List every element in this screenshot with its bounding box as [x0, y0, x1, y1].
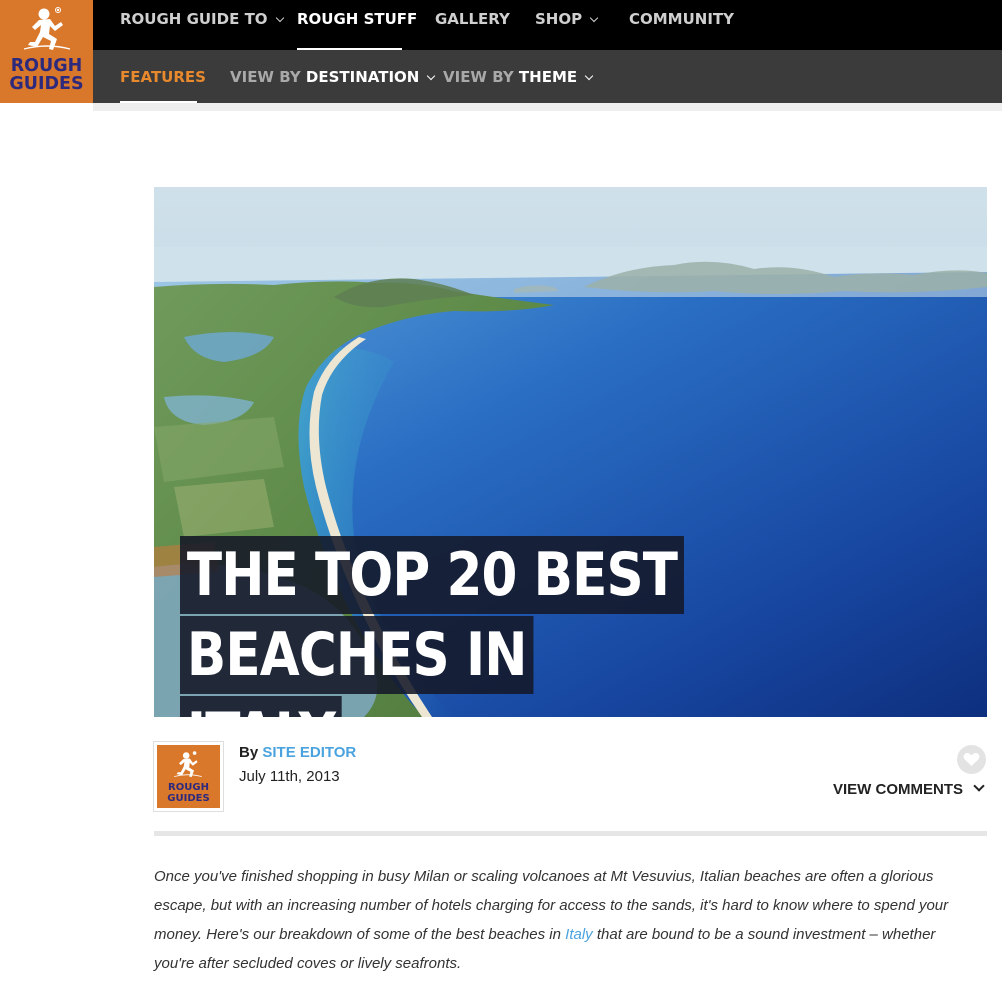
italy-link[interactable]: Italy — [565, 926, 593, 943]
avatar-logo: ROUGH GUIDES — [157, 745, 220, 808]
heart-icon — [963, 752, 980, 766]
section-divider — [154, 831, 987, 836]
view-comments-label: VIEW COMMENTS — [833, 781, 963, 798]
nav-rough-guide-to[interactable]: ROUGH GUIDE TO — [120, 10, 284, 28]
chevron-down-icon — [275, 13, 284, 23]
author-link[interactable]: SITE EDITOR — [262, 744, 356, 761]
byline: By SITE EDITOR — [239, 744, 356, 761]
nav-features-label: FEATURES — [120, 68, 206, 86]
chevron-down-icon — [973, 780, 985, 792]
view-by-prefix: VIEW BY — [230, 68, 301, 86]
nav-community[interactable]: COMMUNITY — [629, 10, 734, 28]
logo-text-line1: ROUGH — [10, 56, 83, 76]
view-by-prefix: VIEW BY — [443, 68, 514, 86]
like-button[interactable] — [957, 745, 986, 774]
article-title-line1: THE TOP 20 BEST BEACHES IN — [180, 536, 685, 694]
runner-logo-icon — [23, 7, 71, 50]
nav-shadow — [93, 103, 1002, 111]
primary-nav: ROUGH GUIDE TO ROUGH STUFF GALLERY SHOP … — [93, 0, 1002, 50]
nav-view-by-theme[interactable]: VIEW BY THEME — [443, 68, 594, 86]
article-title-line2: ITALY — [180, 696, 343, 717]
nav-features[interactable]: FEATURES — [120, 68, 206, 86]
nav-shop[interactable]: SHOP — [535, 10, 599, 28]
logo-text-line2: GUIDES — [9, 74, 84, 94]
nav-gallery[interactable]: GALLERY — [435, 10, 510, 28]
nav-shop-label: SHOP — [535, 10, 583, 28]
theme-label: THEME — [518, 68, 578, 86]
secondary-nav: FEATURES VIEW BY DESTINATION VIEW BY THE… — [93, 50, 1002, 103]
byline-prefix: By — [239, 744, 259, 761]
nav-gallery-label: GALLERY — [435, 10, 510, 28]
nav-rough-guide-to-label: ROUGH GUIDE TO — [120, 10, 268, 28]
runner-logo-icon — [174, 751, 202, 778]
nav-rough-stuff-label: ROUGH STUFF — [297, 10, 418, 28]
chevron-down-icon — [589, 13, 599, 23]
destination-label: DESTINATION — [305, 68, 420, 86]
author-avatar[interactable]: ROUGH GUIDES — [154, 742, 223, 811]
nav-community-label: COMMUNITY — [629, 10, 735, 28]
article-intro: Once you've finished shopping in busy Mi… — [154, 862, 974, 978]
avatar-text-line2: GUIDES — [167, 793, 210, 804]
chevron-down-icon — [584, 71, 594, 81]
nav-rough-stuff[interactable]: ROUGH STUFF — [297, 10, 417, 28]
nav-view-by-destination[interactable]: VIEW BY DESTINATION — [230, 68, 436, 86]
view-comments-button[interactable]: VIEW COMMENTS — [833, 780, 985, 798]
avatar-text-line1: ROUGH — [168, 782, 209, 793]
article-title: THE TOP 20 BEST BEACHES IN ITALY — [180, 535, 900, 717]
publish-date: July 11th, 2013 — [239, 768, 340, 785]
hero-image: THE TOP 20 BEST BEACHES IN ITALY — [154, 187, 987, 717]
rough-guides-logo[interactable]: ROUGH GUIDES — [0, 0, 93, 103]
chevron-down-icon — [427, 71, 436, 81]
